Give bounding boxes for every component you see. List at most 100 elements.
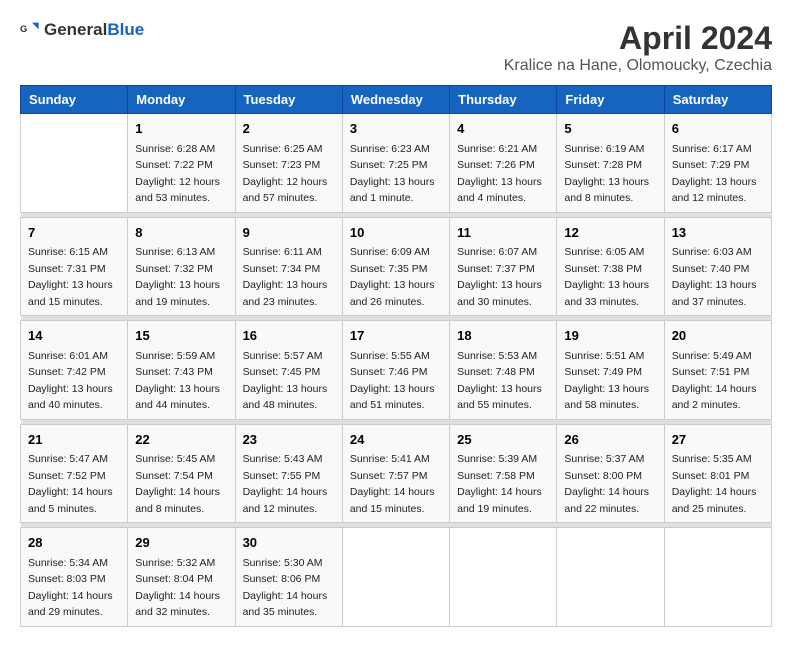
calendar-cell: 6 Sunrise: 6:17 AM Sunset: 7:29 PM Daylig… — [664, 114, 771, 213]
day-number: 3 — [350, 119, 442, 139]
day-number: 30 — [243, 533, 335, 553]
calendar-cell: 20 Sunrise: 5:49 AM Sunset: 7:51 PM Dayli… — [664, 321, 771, 420]
day-content: Sunrise: 6:07 AM Sunset: 7:37 PM Dayligh… — [457, 246, 542, 308]
calendar-cell: 12 Sunrise: 6:05 AM Sunset: 7:38 PM Dayli… — [557, 217, 664, 316]
day-number: 1 — [135, 119, 227, 139]
week-row-4: 21Sunrise: 5:47 AM Sunset: 7:52 PM Dayli… — [21, 424, 772, 523]
day-content: Sunrise: 5:32 AM Sunset: 8:04 PM Dayligh… — [135, 557, 220, 619]
day-content: Sunrise: 6:23 AM Sunset: 7:25 PM Dayligh… — [350, 143, 435, 205]
day-content: Sunrise: 6:28 AM Sunset: 7:22 PM Dayligh… — [135, 143, 220, 205]
day-content: Sunrise: 5:55 AM Sunset: 7:46 PM Dayligh… — [350, 350, 435, 412]
calendar-cell: 28 Sunrise: 5:34 AM Sunset: 8:03 PM Dayli… — [21, 528, 128, 627]
day-number: 25 — [457, 430, 549, 450]
day-number: 2 — [243, 119, 335, 139]
calendar-cell: 9 Sunrise: 6:11 AM Sunset: 7:34 PM Daylig… — [235, 217, 342, 316]
header-row: SundayMondayTuesdayWednesdayThursdayFrid… — [21, 86, 772, 114]
day-number: 15 — [135, 326, 227, 346]
week-row-1: 1 Sunrise: 6:28 AM Sunset: 7:22 PM Daylig… — [21, 114, 772, 213]
calendar-cell: 4 Sunrise: 6:21 AM Sunset: 7:26 PM Daylig… — [450, 114, 557, 213]
calendar-cell: 30 Sunrise: 5:30 AM Sunset: 8:06 PM Dayli… — [235, 528, 342, 627]
day-number: 29 — [135, 533, 227, 553]
day-content: Sunrise: 5:45 AM Sunset: 7:54 PM Dayligh… — [135, 453, 220, 515]
svg-text:G: G — [20, 24, 27, 34]
day-number: 20 — [672, 326, 764, 346]
calendar-cell: 17 Sunrise: 5:55 AM Sunset: 7:46 PM Dayli… — [342, 321, 449, 420]
calendar-cell: 10Sunrise: 6:09 AM Sunset: 7:35 PM Dayli… — [342, 217, 449, 316]
day-content: Sunrise: 6:17 AM Sunset: 7:29 PM Dayligh… — [672, 143, 757, 205]
calendar-cell: 18Sunrise: 5:53 AM Sunset: 7:48 PM Dayli… — [450, 321, 557, 420]
day-content: Sunrise: 5:59 AM Sunset: 7:43 PM Dayligh… — [135, 350, 220, 412]
calendar-cell — [21, 114, 128, 213]
main-title: April 2024 — [504, 20, 772, 57]
calendar-cell — [342, 528, 449, 627]
calendar-cell: 29 Sunrise: 5:32 AM Sunset: 8:04 PM Dayli… — [128, 528, 235, 627]
day-number: 22 — [135, 430, 227, 450]
day-content: Sunrise: 5:43 AM Sunset: 7:55 PM Dayligh… — [243, 453, 328, 515]
day-header-sunday: Sunday — [21, 86, 128, 114]
day-header-monday: Monday — [128, 86, 235, 114]
day-number: 14 — [28, 326, 120, 346]
day-number: 16 — [243, 326, 335, 346]
day-content: Sunrise: 6:19 AM Sunset: 7:28 PM Dayligh… — [564, 143, 649, 205]
day-content: Sunrise: 5:34 AM Sunset: 8:03 PM Dayligh… — [28, 557, 113, 619]
day-number: 11 — [457, 223, 549, 243]
logo-icon: G — [20, 20, 40, 40]
calendar-cell — [664, 528, 771, 627]
calendar-cell: 13 Sunrise: 6:03 AM Sunset: 7:40 PM Dayli… — [664, 217, 771, 316]
day-header-tuesday: Tuesday — [235, 86, 342, 114]
day-number: 5 — [564, 119, 656, 139]
day-content: Sunrise: 6:15 AM Sunset: 7:31 PM Dayligh… — [28, 246, 113, 308]
day-header-wednesday: Wednesday — [342, 86, 449, 114]
logo-general: General — [44, 20, 107, 39]
calendar-table: SundayMondayTuesdayWednesdayThursdayFrid… — [20, 85, 772, 627]
day-number: 9 — [243, 223, 335, 243]
subtitle: Kralice na Hane, Olomoucky, Czechia — [504, 57, 772, 75]
calendar-cell: 8 Sunrise: 6:13 AM Sunset: 7:32 PM Daylig… — [128, 217, 235, 316]
header: G GeneralBlue April 2024 Kralice na Hane… — [20, 20, 772, 75]
calendar-cell: 2 Sunrise: 6:25 AM Sunset: 7:23 PM Daylig… — [235, 114, 342, 213]
calendar-cell: 19Sunrise: 5:51 AM Sunset: 7:49 PM Dayli… — [557, 321, 664, 420]
day-content: Sunrise: 6:05 AM Sunset: 7:38 PM Dayligh… — [564, 246, 649, 308]
day-content: Sunrise: 6:25 AM Sunset: 7:23 PM Dayligh… — [243, 143, 328, 205]
calendar-cell: 1 Sunrise: 6:28 AM Sunset: 7:22 PM Daylig… — [128, 114, 235, 213]
day-content: Sunrise: 5:57 AM Sunset: 7:45 PM Dayligh… — [243, 350, 328, 412]
day-content: Sunrise: 5:47 AM Sunset: 7:52 PM Dayligh… — [28, 453, 113, 515]
calendar-cell: 24 Sunrise: 5:41 AM Sunset: 7:57 PM Dayli… — [342, 424, 449, 523]
calendar-cell: 21Sunrise: 5:47 AM Sunset: 7:52 PM Dayli… — [21, 424, 128, 523]
week-row-5: 28 Sunrise: 5:34 AM Sunset: 8:03 PM Dayli… — [21, 528, 772, 627]
day-number: 24 — [350, 430, 442, 450]
day-content: Sunrise: 6:21 AM Sunset: 7:26 PM Dayligh… — [457, 143, 542, 205]
week-row-3: 14Sunrise: 6:01 AM Sunset: 7:42 PM Dayli… — [21, 321, 772, 420]
day-number: 13 — [672, 223, 764, 243]
calendar-cell: 25Sunrise: 5:39 AM Sunset: 7:58 PM Dayli… — [450, 424, 557, 523]
calendar-cell: 22 Sunrise: 5:45 AM Sunset: 7:54 PM Dayli… — [128, 424, 235, 523]
calendar-cell — [450, 528, 557, 627]
day-number: 18 — [457, 326, 549, 346]
day-content: Sunrise: 5:30 AM Sunset: 8:06 PM Dayligh… — [243, 557, 328, 619]
day-content: Sunrise: 6:11 AM Sunset: 7:34 PM Dayligh… — [243, 246, 328, 308]
day-number: 28 — [28, 533, 120, 553]
day-content: Sunrise: 6:09 AM Sunset: 7:35 PM Dayligh… — [350, 246, 435, 308]
calendar-cell: 26Sunrise: 5:37 AM Sunset: 8:00 PM Dayli… — [557, 424, 664, 523]
calendar-cell: 11 Sunrise: 6:07 AM Sunset: 7:37 PM Dayli… — [450, 217, 557, 316]
day-number: 6 — [672, 119, 764, 139]
day-number: 23 — [243, 430, 335, 450]
day-content: Sunrise: 5:41 AM Sunset: 7:57 PM Dayligh… — [350, 453, 435, 515]
calendar-cell — [557, 528, 664, 627]
day-content: Sunrise: 6:13 AM Sunset: 7:32 PM Dayligh… — [135, 246, 220, 308]
day-content: Sunrise: 5:49 AM Sunset: 7:51 PM Dayligh… — [672, 350, 757, 412]
calendar-cell: 5 Sunrise: 6:19 AM Sunset: 7:28 PM Daylig… — [557, 114, 664, 213]
day-content: Sunrise: 6:03 AM Sunset: 7:40 PM Dayligh… — [672, 246, 757, 308]
day-number: 17 — [350, 326, 442, 346]
logo: G GeneralBlue — [20, 20, 144, 40]
day-number: 19 — [564, 326, 656, 346]
day-number: 26 — [564, 430, 656, 450]
calendar-cell: 15 Sunrise: 5:59 AM Sunset: 7:43 PM Dayli… — [128, 321, 235, 420]
calendar-cell: 16 Sunrise: 5:57 AM Sunset: 7:45 PM Dayli… — [235, 321, 342, 420]
day-header-saturday: Saturday — [664, 86, 771, 114]
day-number: 4 — [457, 119, 549, 139]
title-section: April 2024 Kralice na Hane, Olomoucky, C… — [504, 20, 772, 75]
day-number: 12 — [564, 223, 656, 243]
calendar-cell: 3 Sunrise: 6:23 AM Sunset: 7:25 PM Daylig… — [342, 114, 449, 213]
day-number: 8 — [135, 223, 227, 243]
